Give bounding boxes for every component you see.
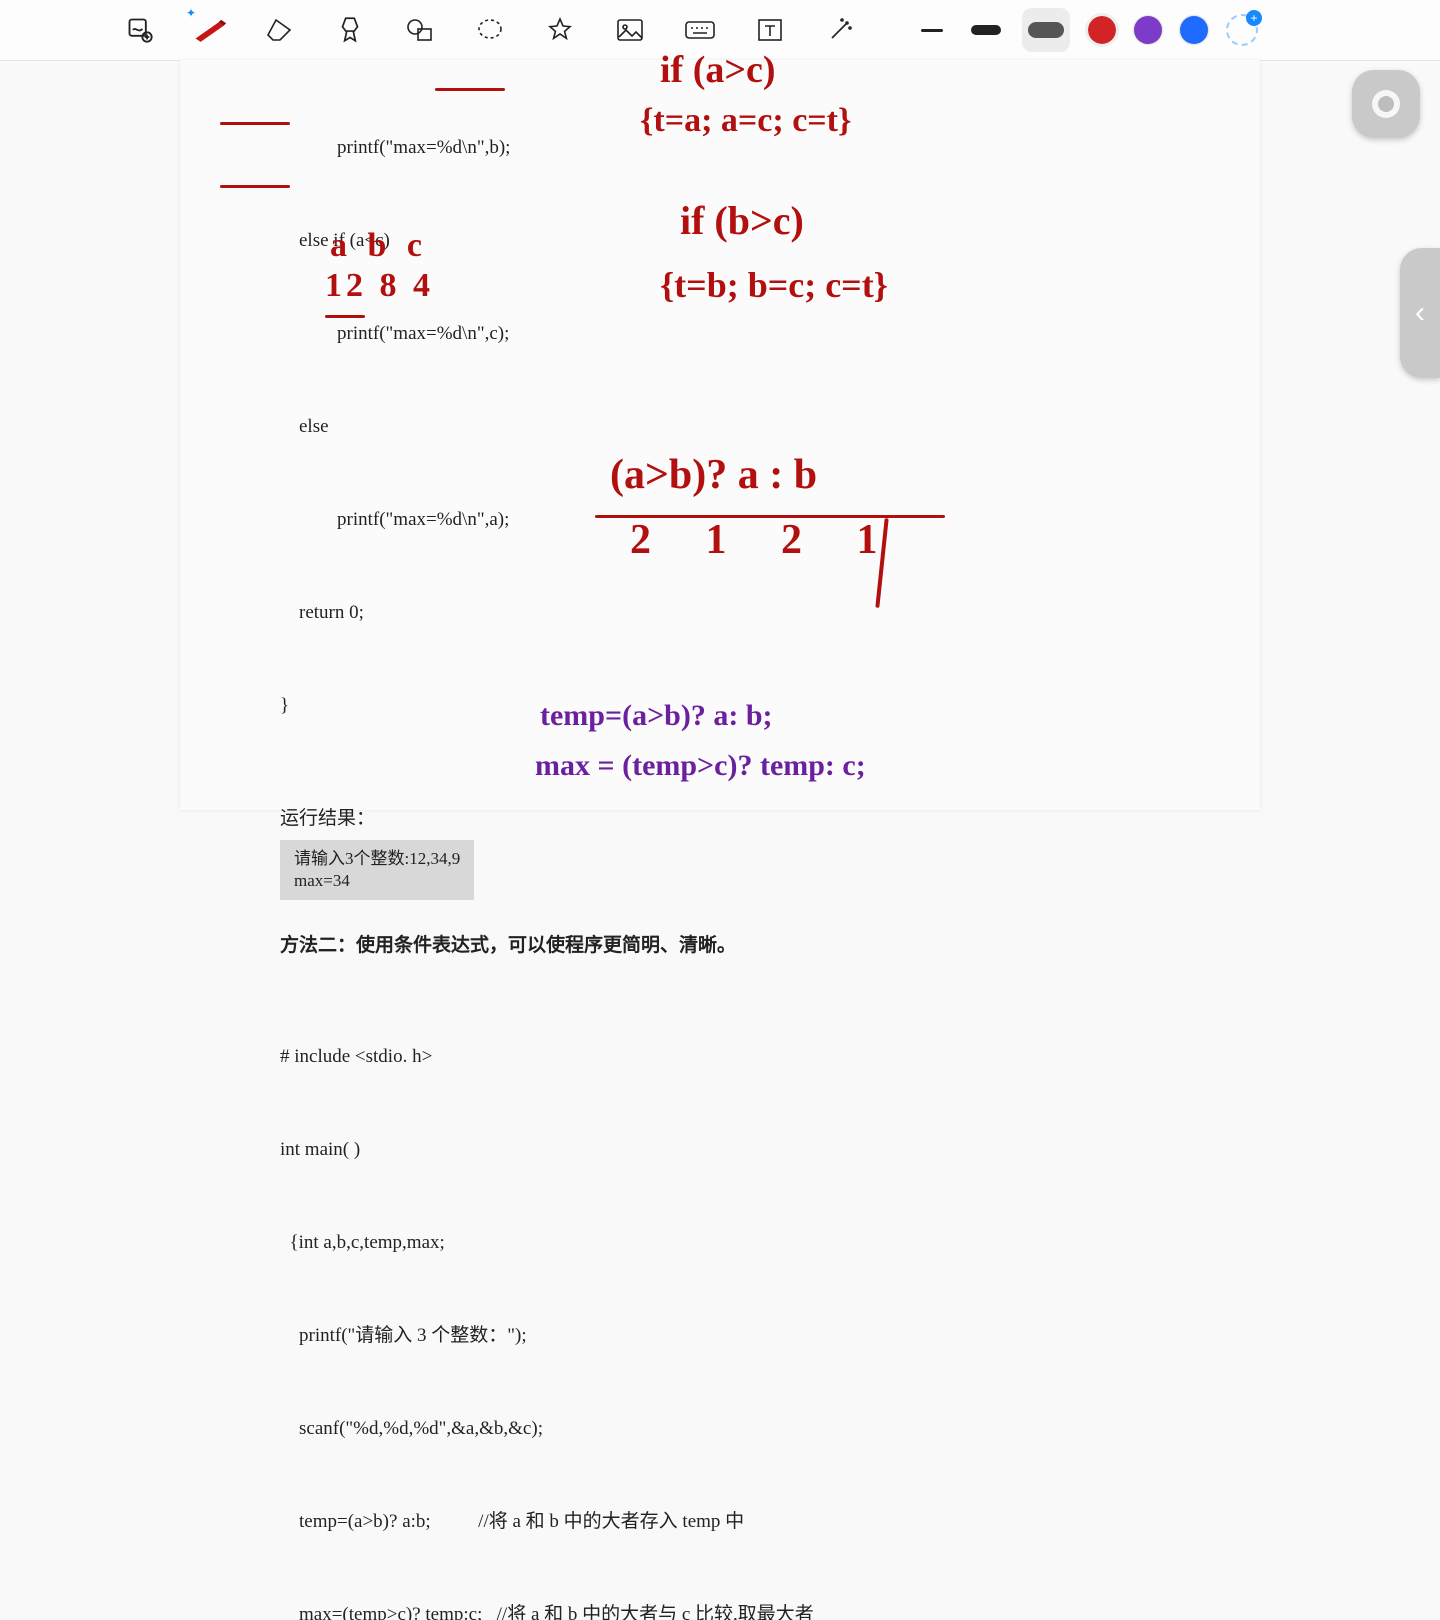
color-blue-swatch[interactable] <box>1180 16 1208 44</box>
result-text: 请输入3个整数:12,34,9 max=34 <box>294 849 460 890</box>
keyboard-icon[interactable] <box>682 12 718 48</box>
tool-group-right <box>914 8 1428 52</box>
code-block-2: # include <stdio. h> int main( ) {int a,… <box>280 979 1160 1620</box>
eraser-icon[interactable] <box>262 12 298 48</box>
hw-underline <box>325 315 365 318</box>
lasso-icon[interactable] <box>472 12 508 48</box>
bluetooth-icon: ✦ <box>186 6 196 20</box>
color-red-swatch[interactable] <box>1088 16 1116 44</box>
toolbar: ✦ <box>0 0 1440 61</box>
code-line: else if (a<c) <box>280 225 1160 256</box>
document-page: printf("max=%d\n",b); else if (a<c) prin… <box>180 60 1260 810</box>
code-line: max=(temp>c)? temp:c; //将 a 和 b 中的大者与 c … <box>280 1599 1160 1620</box>
color-purple-swatch[interactable] <box>1134 16 1162 44</box>
add-color-icon[interactable] <box>1226 14 1258 46</box>
assistive-touch-button[interactable] <box>1352 70 1420 138</box>
method-two-text: 方法二：使用条件表达式，可以使程序更简明、清晰。 <box>280 935 736 956</box>
code-line: printf("max=%d\n",a); <box>280 504 1160 535</box>
code-line: } <box>280 690 1160 721</box>
code-line: printf("max=%d\n",b); <box>280 132 1160 163</box>
code-line: {int a,b,c,temp,max; <box>280 1227 1160 1258</box>
code-line: printf("请输入 3 个整数："); <box>280 1320 1160 1351</box>
hw-underline <box>595 515 945 518</box>
stroke-medium-icon[interactable] <box>968 12 1004 48</box>
method-two-heading: 方法二：使用条件表达式，可以使程序更简明、清晰。 <box>280 930 1160 961</box>
run-result-label-1: 运行结果： <box>280 803 1160 834</box>
hw-underline <box>435 88 505 91</box>
floating-controls: ‹ <box>1352 70 1440 378</box>
code-line: int main( ) <box>280 1134 1160 1165</box>
tool-group-left: ✦ <box>12 12 906 48</box>
code-line: scanf("%d,%d,%d",&a,&b,&c); <box>280 1413 1160 1444</box>
code-line: # include <stdio. h> <box>280 1041 1160 1072</box>
pen-tool-icon[interactable]: ✦ <box>192 12 228 48</box>
hw-underline <box>220 185 290 188</box>
stroke-thin-icon[interactable] <box>914 12 950 48</box>
code-block-1: printf("max=%d\n",b); else if (a<c) prin… <box>280 70 1160 783</box>
highlighter-icon[interactable] <box>332 12 368 48</box>
wand-icon[interactable] <box>822 12 858 48</box>
stroke-thick-icon[interactable] <box>1022 8 1070 52</box>
image-icon[interactable] <box>612 12 648 48</box>
code-line: else <box>280 411 1160 442</box>
code-line: return 0; <box>280 597 1160 628</box>
sticker-icon[interactable] <box>542 12 578 48</box>
result-box: 请输入3个整数:12,34,9 max=34 <box>280 840 474 900</box>
code-line: printf("max=%d\n",c); <box>280 318 1160 349</box>
code-line: temp=(a>b)? a:b; //将 a 和 b 中的大者存入 temp 中 <box>280 1506 1160 1537</box>
zoom-scribble-icon[interactable] <box>122 12 158 48</box>
hw-underline <box>220 122 290 125</box>
text-tool-icon[interactable] <box>752 12 788 48</box>
shapes-icon[interactable] <box>402 12 438 48</box>
side-pull-tab[interactable]: ‹ <box>1400 248 1440 378</box>
